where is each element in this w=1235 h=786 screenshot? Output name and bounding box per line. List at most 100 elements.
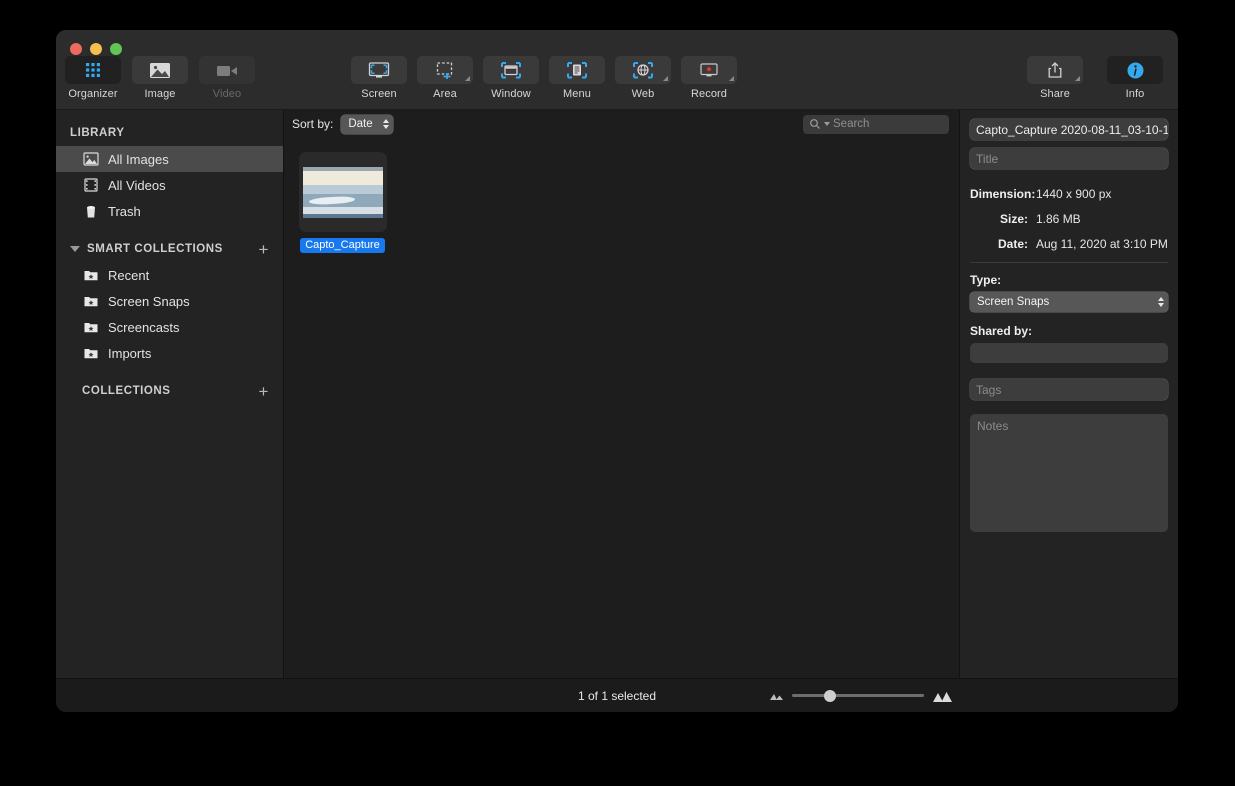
filmstrip-icon <box>82 177 99 194</box>
chevron-down-icon[interactable] <box>1075 76 1080 81</box>
metadata-row-size: Size: 1.86 MB <box>970 212 1168 227</box>
sort-by-select[interactable]: Date <box>341 114 393 134</box>
organizer-label: Organizer <box>68 88 118 100</box>
toolbar-item-image[interactable]: Image <box>131 56 189 100</box>
record-button[interactable] <box>681 56 737 84</box>
sidebar-item-imports[interactable]: Imports <box>56 340 283 366</box>
slider-knob[interactable] <box>824 689 837 702</box>
close-window-button[interactable] <box>70 43 82 55</box>
area-capture-button[interactable] <box>417 56 473 84</box>
chevron-down-icon[interactable] <box>465 76 470 81</box>
sidebar-section-library: LIBRARY <box>56 120 283 146</box>
sidebar-item-label: All Videos <box>108 177 166 193</box>
slider-track[interactable] <box>792 689 924 702</box>
chevron-down-icon[interactable] <box>729 76 734 81</box>
web-label: Web <box>631 88 655 100</box>
metadata-block: Dimension: 1440 x 900 px Size: 1.86 MB D… <box>970 187 1168 252</box>
stepper-arrows-icon <box>382 119 389 129</box>
notes-field[interactable]: Notes <box>970 414 1168 532</box>
thumbnail-size-slider[interactable] <box>769 689 953 703</box>
share-label: Share <box>1040 88 1070 100</box>
metadata-value: 1440 x 900 px <box>1036 187 1112 201</box>
smart-folder-icon <box>82 319 99 336</box>
shared-by-field[interactable] <box>970 343 1168 363</box>
info-inspector-panel: Capto_Capture 2020-08-11_03-10-10 Title … <box>960 110 1178 678</box>
toolbar-item-screen[interactable]: Screen <box>350 56 408 100</box>
screen-icon <box>368 62 390 78</box>
metadata-key: Dimension: <box>970 187 1036 201</box>
toolbar-item-share[interactable]: Share <box>1026 56 1084 100</box>
add-collection-button[interactable]: + <box>257 383 271 400</box>
video-button <box>199 56 255 84</box>
image-button[interactable] <box>132 56 188 84</box>
toolbar-item-info[interactable]: Info <box>1106 56 1164 100</box>
area-select-icon <box>436 62 453 79</box>
toolbar-item-organizer[interactable]: Organizer <box>64 56 122 100</box>
filename-field[interactable]: Capto_Capture 2020-08-11_03-10-10 <box>970 119 1168 140</box>
add-smart-collection-button[interactable]: + <box>257 241 271 258</box>
toolbar-item-menu[interactable]: Menu <box>548 56 606 100</box>
menu-label: Menu <box>563 88 591 100</box>
sidebar-section-smart-collections[interactable]: SMART COLLECTIONS + <box>56 236 283 262</box>
small-thumbnails-icon[interactable] <box>769 690 784 701</box>
thumbnail-caption[interactable]: Capto_Capture <box>300 238 385 253</box>
sidebar-item-screencasts[interactable]: Screencasts <box>56 314 283 340</box>
organizer-button[interactable] <box>65 56 121 84</box>
grid-item[interactable]: Capto_Capture <box>296 152 389 253</box>
shared-by-label: Shared by: <box>970 324 1033 338</box>
disclosure-triangle-icon[interactable] <box>70 246 80 252</box>
toolbar-mode-group: Organizer Image Video <box>64 56 256 100</box>
info-button[interactable] <box>1107 56 1163 84</box>
title-field[interactable]: Title <box>970 148 1168 169</box>
thumbnail-grid[interactable]: Capto_Capture <box>284 138 959 678</box>
chevron-down-icon[interactable] <box>663 76 668 81</box>
maximize-window-button[interactable] <box>110 43 122 55</box>
grid-icon <box>86 63 100 77</box>
record-icon <box>700 63 718 77</box>
metadata-row-dimension: Dimension: 1440 x 900 px <box>970 187 1168 202</box>
share-button[interactable] <box>1027 56 1083 84</box>
sidebar-item-label: All Images <box>108 151 169 167</box>
sidebar-item-label: Imports <box>108 345 152 361</box>
content-area: Sort by: Date Search Capto_Capture <box>284 110 960 678</box>
minimize-window-button[interactable] <box>90 43 102 55</box>
sidebar-item-screen-snaps[interactable]: Screen Snaps <box>56 288 283 314</box>
window-body: LIBRARY All Images All Videos Trash SMAR… <box>56 110 1178 678</box>
toolbar-item-web[interactable]: Web <box>614 56 672 100</box>
status-bar: 1 of 1 selected <box>56 678 1178 712</box>
search-chevron-down-icon[interactable] <box>824 122 830 126</box>
sidebar-item-all-videos[interactable]: All Videos <box>56 172 283 198</box>
toolbar-item-area[interactable]: Area <box>416 56 474 100</box>
thumbnail-frame[interactable] <box>298 152 387 232</box>
large-thumbnails-icon[interactable] <box>932 689 953 703</box>
sort-by-label: Sort by: <box>292 117 334 131</box>
photo-icon <box>82 151 99 168</box>
web-capture-button[interactable] <box>615 56 671 84</box>
smart-collections-title: SMART COLLECTIONS <box>87 243 223 255</box>
info-icon <box>1127 62 1143 78</box>
menu-capture-button[interactable] <box>549 56 605 84</box>
sidebar-item-trash[interactable]: Trash <box>56 198 283 224</box>
smart-folder-icon <box>82 267 99 284</box>
screen-capture-button[interactable] <box>351 56 407 84</box>
search-input[interactable]: Search <box>803 114 949 134</box>
collections-title: COLLECTIONS <box>82 385 171 397</box>
sidebar-item-recent[interactable]: Recent <box>56 262 283 288</box>
image-label: Image <box>144 88 176 100</box>
tags-field[interactable]: Tags <box>970 379 1168 400</box>
toolbar-item-window[interactable]: Window <box>482 56 540 100</box>
record-label: Record <box>690 88 728 100</box>
search-icon <box>810 119 820 129</box>
toolbar-item-record[interactable]: Record <box>680 56 738 100</box>
metadata-value: Aug 11, 2020 at 3:10 PM <box>1036 237 1168 251</box>
type-label: Type: <box>970 273 1002 287</box>
window-capture-button[interactable] <box>483 56 539 84</box>
toolbar-actions-group: Share Info <box>1026 56 1164 100</box>
type-select[interactable]: Screen Snaps <box>970 292 1168 312</box>
sidebar: LIBRARY All Images All Videos Trash SMAR… <box>56 110 284 678</box>
sidebar-section-collections[interactable]: COLLECTIONS + <box>56 378 283 404</box>
content-toolbar: Sort by: Date Search <box>284 110 959 138</box>
web-capture-icon <box>633 62 653 79</box>
sidebar-item-all-images[interactable]: All Images <box>56 146 283 172</box>
